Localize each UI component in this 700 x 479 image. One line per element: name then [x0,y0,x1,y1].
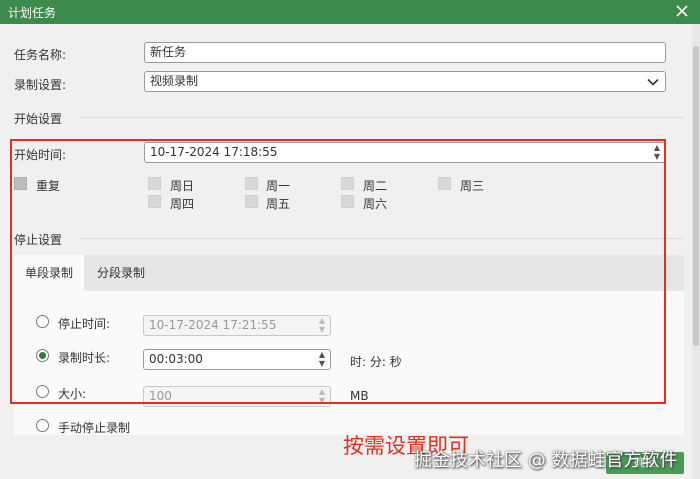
window-title: 计划任务 [8,6,57,20]
manual-stop-radio[interactable] [36,419,49,432]
record-setting-value: 视频录制 [150,74,199,88]
title-bar: 计划任务 [0,0,700,24]
highlight-box [10,139,666,404]
vertical-scrollbar[interactable] [692,24,700,479]
watermark-text: 掘金技术社区 @ 数据蛙官方软件 [414,450,678,471]
start-section-divider [80,117,684,118]
record-setting-select[interactable]: 视频录制 [144,71,666,92]
start-section-title: 开始设置 [14,112,63,126]
task-name-label: 任务名称: [14,48,67,62]
close-icon[interactable] [674,2,690,20]
manual-stop-label: 手动停止录制 [58,421,131,435]
scrollbar-thumb[interactable] [693,46,699,346]
chevron-down-icon[interactable] [647,76,659,88]
task-name-input[interactable]: 新任务 [144,42,666,63]
record-setting-label: 录制设置: [14,78,67,92]
task-name-value: 新任务 [150,45,187,59]
